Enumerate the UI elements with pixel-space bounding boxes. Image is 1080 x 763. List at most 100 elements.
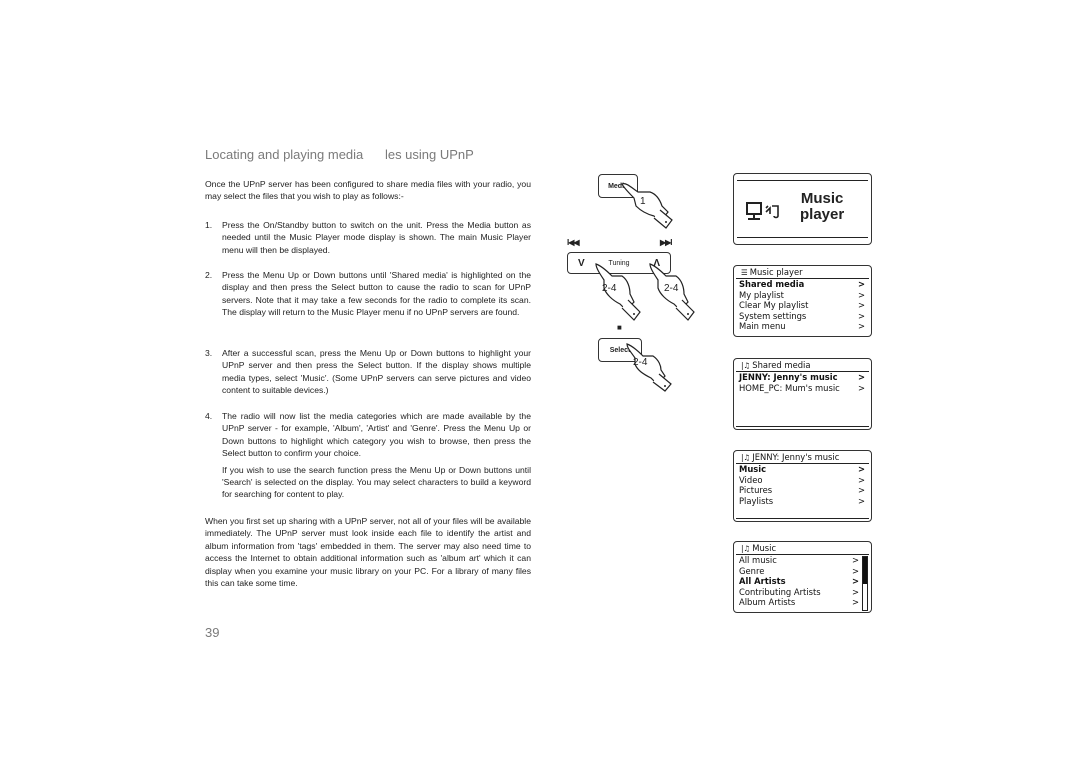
pointing-hand-icon bbox=[621, 183, 673, 229]
chevron-right-icon: > bbox=[857, 382, 865, 393]
category-album-artists[interactable]: Album Artists > bbox=[734, 597, 871, 608]
menu-item-main-menu[interactable]: Main menu > bbox=[734, 321, 871, 332]
chevron-right-icon: > bbox=[857, 372, 865, 382]
chevron-right-icon: > bbox=[857, 474, 865, 485]
scrollbar-thumb[interactable] bbox=[863, 557, 867, 584]
intro-paragraph: Once the UPnP server has been configured… bbox=[205, 179, 531, 202]
menu-item-shared-media[interactable]: Shared media > bbox=[734, 279, 871, 290]
step-number: 4. bbox=[205, 411, 213, 421]
media-type-video[interactable]: Video > bbox=[734, 475, 871, 486]
stop-icon: ■ bbox=[617, 323, 622, 332]
music-server-icon: |♫ bbox=[741, 361, 751, 370]
step-label-2-4: 2-4 bbox=[602, 283, 617, 294]
lcd-splash-screen: Music player bbox=[733, 173, 872, 245]
next-track-icon: ▶▶I bbox=[660, 238, 672, 247]
step-2: 2. Press the Menu Up or Down buttons unt… bbox=[205, 269, 531, 319]
menu-item-label: Shared media bbox=[739, 279, 805, 289]
lcd-shared-media: |♫ Shared media JENNY: Jenny's music > HO… bbox=[733, 358, 872, 430]
lcd-header-title: JENNY: Jenny's music bbox=[752, 452, 840, 462]
music-server-icon: |♫ bbox=[741, 453, 751, 462]
chevron-right-icon: > bbox=[857, 495, 865, 506]
menu-item-label: Album Artists bbox=[739, 597, 796, 608]
chevron-right-icon: > bbox=[851, 565, 859, 576]
chevron-right-icon: > bbox=[851, 586, 859, 597]
pc-music-icon bbox=[746, 202, 779, 220]
chevron-right-icon: > bbox=[857, 279, 865, 289]
music-server-icon: |♫ bbox=[741, 544, 751, 553]
lcd-header: |♫ JENNY: Jenny's music bbox=[736, 452, 869, 464]
menu-item-label: Video bbox=[739, 474, 763, 485]
lcd-header: |♫ Shared media bbox=[736, 360, 869, 372]
menu-item-label: Playlists bbox=[739, 495, 774, 506]
divider bbox=[737, 180, 868, 181]
step-number: 3. bbox=[205, 348, 213, 358]
step-number: 2. bbox=[205, 270, 213, 280]
menu-item-label: All music bbox=[739, 555, 777, 565]
chevron-right-icon: > bbox=[857, 464, 865, 474]
step-note: If you wish to use the search function p… bbox=[222, 464, 531, 500]
menu-item-label: Clear My playlist bbox=[739, 300, 809, 311]
category-all-artists[interactable]: All Artists > bbox=[734, 576, 871, 587]
lcd-music-player-menu: ☰ Music player Shared media > My playlist… bbox=[733, 265, 872, 337]
step-label-2-4: 2-4 bbox=[633, 357, 648, 368]
menu-down-icon[interactable]: V bbox=[578, 258, 585, 269]
footer-paragraph: When you first set up sharing with a UPn… bbox=[205, 516, 531, 589]
menu-item-label: HOME_PC: Mum's music bbox=[739, 382, 840, 393]
lcd-jenny-music: |♫ JENNY: Jenny's music Music > Video > Pi… bbox=[733, 450, 872, 522]
menu-item-label: Main menu bbox=[739, 321, 786, 332]
media-type-pictures[interactable]: Pictures > bbox=[734, 485, 871, 496]
page-title: Locating and playing media les using UPn… bbox=[205, 147, 474, 162]
lcd-header-title: Music bbox=[752, 543, 777, 553]
menu-item-system-settings[interactable]: System settings > bbox=[734, 311, 871, 322]
menu-item-label: JENNY: Jenny's music bbox=[739, 372, 838, 382]
category-all-music[interactable]: All music > bbox=[734, 555, 871, 566]
chevron-right-icon: > bbox=[851, 597, 859, 608]
step-text: Press the Menu Up or Down buttons until … bbox=[222, 270, 531, 318]
step-label-1: 1 bbox=[640, 196, 646, 207]
step-number: 1. bbox=[205, 220, 213, 230]
chevron-right-icon: > bbox=[857, 300, 865, 311]
category-genre[interactable]: Genre > bbox=[734, 566, 871, 577]
chevron-right-icon: > bbox=[851, 555, 859, 565]
step-text: The radio will now list the media catego… bbox=[222, 411, 531, 459]
menu-item-label: System settings bbox=[739, 310, 807, 321]
step-4: 4. The radio will now list the media cat… bbox=[205, 410, 531, 501]
step-3: 3. After a successful scan, press the Me… bbox=[205, 347, 531, 397]
media-type-playlists[interactable]: Playlists > bbox=[734, 496, 871, 507]
step-1: 1. Press the On/Standby button to switch… bbox=[205, 219, 531, 256]
splash-title-line1: Music bbox=[800, 190, 844, 207]
divider bbox=[737, 237, 868, 238]
menu-item-label: Music bbox=[739, 464, 767, 474]
menu-item-label: All Artists bbox=[739, 576, 786, 587]
chevron-right-icon: > bbox=[857, 289, 865, 300]
lcd-header-title: Shared media bbox=[752, 360, 811, 370]
lcd-header-title: Music player bbox=[749, 267, 803, 277]
chevron-right-icon: > bbox=[857, 485, 865, 496]
menu-item-clear-my-playlist[interactable]: Clear My playlist > bbox=[734, 300, 871, 311]
previous-track-icon: I◀◀ bbox=[567, 238, 579, 247]
step-text: Press the On/Standby button to switch on… bbox=[222, 220, 531, 255]
lcd-header: ☰ Music player bbox=[736, 267, 869, 279]
chevron-right-icon: > bbox=[857, 310, 865, 321]
page-number: 39 bbox=[205, 625, 220, 640]
menu-item-label: Pictures bbox=[739, 485, 773, 496]
menu-item-label: My playlist bbox=[739, 289, 784, 300]
server-item-jenny[interactable]: JENNY: Jenny's music > bbox=[734, 372, 871, 383]
menu-icon: ☰ bbox=[741, 268, 748, 277]
media-type-music[interactable]: Music > bbox=[734, 464, 871, 475]
splash-title-line2: player bbox=[800, 206, 845, 223]
server-item-home-pc[interactable]: HOME_PC: Mum's music > bbox=[734, 383, 871, 394]
chevron-right-icon: > bbox=[851, 576, 859, 587]
menu-item-label: Genre bbox=[739, 565, 765, 576]
step-text: After a successful scan, press the Menu … bbox=[222, 348, 531, 396]
lcd-header: |♫ Music bbox=[736, 543, 869, 555]
lcd-music-categories: |♫ Music All music > Genre > All Artists > … bbox=[733, 541, 872, 613]
menu-item-my-playlist[interactable]: My playlist > bbox=[734, 290, 871, 301]
menu-item-label: Contributing Artists bbox=[739, 586, 821, 597]
category-contributing-artists[interactable]: Contributing Artists > bbox=[734, 587, 871, 598]
chevron-right-icon: > bbox=[857, 321, 865, 332]
scrollbar[interactable] bbox=[862, 556, 868, 611]
divider bbox=[736, 518, 869, 519]
step-label-2-4: 2-4 bbox=[664, 283, 679, 294]
divider bbox=[736, 426, 869, 427]
